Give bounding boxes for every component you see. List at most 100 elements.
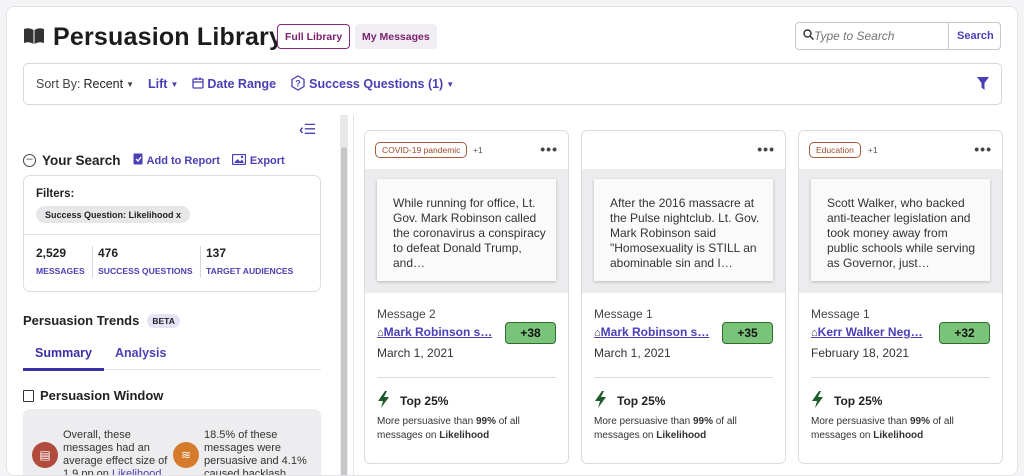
persuasion-trends-header: Persuasion Trends BETA: [23, 313, 180, 328]
more-percent: 99%: [692, 416, 713, 427]
stat-label: TARGET AUDIENCES: [206, 266, 294, 276]
search-box: Search: [795, 22, 1001, 50]
persuasion-window-title: Persuasion Window: [40, 388, 164, 403]
snippet-area: Scott Walker, who backed anti-teacher le…: [799, 169, 1002, 293]
extra-tags-count[interactable]: +1: [868, 145, 878, 155]
your-search-title: Your Search: [42, 153, 121, 168]
message-snippet: After the 2016 massacre at the Pulse nig…: [594, 179, 773, 281]
stat-messages[interactable]: 2,529 MESSAGES: [36, 246, 85, 276]
snippet-area: After the 2016 massacre at the Pulse nig…: [582, 169, 785, 293]
campaign-link[interactable]: ⌂Mark Robinson s…: [594, 325, 709, 339]
success-questions-dropdown[interactable]: ? Success Questions (1) ▼: [290, 74, 455, 94]
more-options-icon[interactable]: •••: [757, 141, 775, 157]
trend-tabs: Summary Analysis: [23, 346, 321, 371]
campaign-link[interactable]: ⌂Kerr Walker Neg…: [811, 325, 923, 339]
lift-score-badge: +38: [505, 322, 556, 344]
lift-score-badge: +32: [939, 322, 990, 344]
scrollbar-thumb[interactable]: [341, 147, 347, 475]
your-search-header: – Your Search Add to Report Export: [23, 153, 297, 168]
add-to-report-button[interactable]: Add to Report: [133, 153, 220, 168]
sort-label: Sort By:: [36, 77, 81, 91]
more-options-icon[interactable]: •••: [974, 141, 992, 157]
more-percent: 99%: [909, 416, 930, 427]
top-percent-label: Top 25%: [834, 394, 883, 408]
top-percent-label: Top 25%: [617, 394, 666, 408]
stat-value: 476: [98, 246, 119, 260]
filters-box: Filters: Success Question: Likelihood x …: [23, 175, 321, 292]
top-percent-label: Top 25%: [400, 394, 449, 408]
snippet-area: While running for office, Lt. Gov. Mark …: [365, 169, 568, 293]
my-messages-button[interactable]: My Messages: [355, 24, 437, 49]
persuasiveness-text: More persuasive than 99% of all messages…: [594, 415, 779, 443]
caret-down-icon: ▼: [126, 79, 134, 89]
report-icon: [133, 153, 143, 168]
tab-summary[interactable]: Summary: [23, 346, 104, 371]
lift-dropdown[interactable]: Lift ▼: [148, 77, 178, 91]
minus-circle-icon[interactable]: –: [23, 154, 36, 167]
beta-badge: BETA: [147, 313, 180, 328]
stat-target-audiences[interactable]: 137 TARGET AUDIENCES: [200, 246, 293, 278]
stat-label: SUCCESS QUESTIONS: [98, 266, 193, 276]
stat-label: MESSAGES: [36, 266, 85, 276]
lift-label: Lift: [148, 77, 168, 91]
campaign-link[interactable]: ⌂Mark Robinson s…: [377, 325, 492, 339]
persuasion-library-page: Persuasion Library Full Library My Messa…: [6, 6, 1018, 476]
more-options-icon[interactable]: •••: [540, 141, 558, 157]
sidebar-scrollbar[interactable]: [340, 115, 348, 475]
funnel-filter-icon[interactable]: [977, 77, 989, 90]
messages-icon: ▤: [32, 442, 58, 468]
lightning-bolt-icon: [595, 391, 606, 408]
sort-value: Recent: [83, 77, 124, 91]
home-icon: ⌂: [594, 327, 601, 339]
caret-down-icon: ▼: [446, 79, 455, 89]
message-card[interactable]: ••• After the 2016 massacre at the Pulse…: [581, 130, 786, 464]
divider: [377, 377, 556, 378]
window-icon: [23, 389, 34, 402]
filter-bar: Sort By: Recent ▼ Lift ▼ Date Range ? Su…: [23, 63, 1002, 105]
export-button[interactable]: Export: [231, 153, 285, 168]
effect-size-text: Overall, these messages had an average e…: [63, 429, 168, 475]
stat-value: 137: [206, 246, 227, 260]
divider: [811, 377, 990, 378]
search-input[interactable]: [814, 29, 948, 43]
campaign-name: Kerr Walker Neg…: [817, 325, 923, 339]
open-book-icon: [23, 25, 45, 51]
stat-success-questions[interactable]: 476 SUCCESS QUESTIONS: [92, 246, 193, 278]
message-snippet: Scott Walker, who backed anti-teacher le…: [811, 179, 990, 281]
message-snippet: While running for office, Lt. Gov. Mark …: [377, 179, 556, 281]
export-label: Export: [249, 154, 285, 167]
message-label: Message 1: [811, 307, 870, 321]
collapse-sidebar-icon[interactable]: ‹☰: [299, 121, 316, 138]
question-icon: ?: [290, 74, 306, 94]
topic-tag[interactable]: COVID-19 pandemic: [375, 142, 468, 158]
filter-chip[interactable]: Success Question: Likelihood x: [36, 206, 191, 223]
more-question: Likelihood: [656, 430, 707, 441]
persuasive-share-text: 18.5% of these messages were persuasive …: [204, 429, 307, 476]
date-range-label: Date Range: [207, 77, 277, 91]
message-date: March 1, 2021: [377, 346, 454, 360]
message-card[interactable]: COVID-19 pandemic +1 ••• While running f…: [364, 130, 569, 464]
search-icon: [796, 29, 815, 43]
search-button[interactable]: Search: [948, 23, 1002, 49]
campaign-name: Mark Robinson s…: [600, 325, 710, 339]
full-library-button[interactable]: Full Library: [277, 24, 351, 49]
filters-label: Filters:: [36, 188, 75, 200]
divider: [24, 234, 320, 235]
search-sidebar: ‹☰ – Your Search Add to Report Export Fi…: [7, 113, 337, 476]
lightning-bolt-icon: [812, 391, 823, 408]
svg-text:?: ?: [295, 78, 301, 88]
stat-value: 2,529: [36, 246, 67, 260]
image-icon: [231, 153, 247, 168]
date-range-button[interactable]: Date Range: [192, 77, 276, 92]
layers-icon: ≋: [173, 442, 199, 468]
message-card[interactable]: Education +1 ••• Scott Walker, who backe…: [798, 130, 1003, 464]
persuasion-trends-title: Persuasion Trends: [23, 313, 140, 328]
extra-tags-count[interactable]: +1: [473, 145, 483, 155]
page-header: Persuasion Library: [23, 23, 283, 52]
likelihood-link[interactable]: Likelihood: [112, 468, 162, 475]
calendar-icon: [192, 77, 205, 92]
sort-dropdown[interactable]: Sort By: Recent ▼: [36, 77, 134, 91]
tab-analysis[interactable]: Analysis: [115, 346, 166, 360]
topic-tag[interactable]: Education: [809, 142, 861, 158]
message-label: Message 2: [377, 307, 436, 321]
